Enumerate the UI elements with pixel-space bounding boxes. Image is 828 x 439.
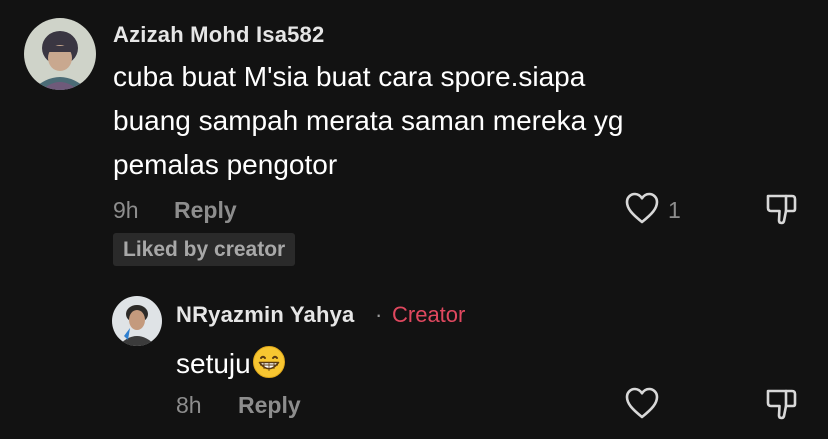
reply-text: setuju bbox=[176, 342, 286, 386]
liked-by-creator-badge: Liked by creator bbox=[113, 233, 296, 266]
comments-panel: Azizah Mohd Isa582 cuba buat M'sia buat … bbox=[0, 0, 828, 439]
comment-text: cuba buat M'sia buat cara spore.siapa bu… bbox=[113, 55, 713, 187]
reply-username[interactable]: NRyazmin Yahya bbox=[176, 302, 354, 328]
reply-button[interactable]: Reply bbox=[238, 392, 301, 419]
avatar-photo-icon bbox=[24, 18, 96, 90]
comment-text-line: buang sampah merata saman mereka yg bbox=[113, 105, 624, 136]
creator-label: Creator bbox=[392, 302, 466, 327]
comment-text-line: cuba buat M'sia buat cara spore.siapa bbox=[113, 61, 586, 92]
heart-icon[interactable] bbox=[624, 386, 660, 420]
reply-button[interactable]: Reply bbox=[174, 197, 237, 224]
reply-avatar[interactable] bbox=[112, 296, 162, 346]
heart-icon[interactable] bbox=[624, 191, 660, 225]
comment-timestamp: 9h bbox=[113, 197, 139, 223]
avatar-photo-icon bbox=[112, 296, 162, 346]
comment-text-line: pemalas pengotor bbox=[113, 149, 338, 180]
grinning-face-emoji-icon bbox=[252, 345, 286, 379]
user-avatar[interactable] bbox=[24, 18, 96, 90]
comment-username[interactable]: Azizah Mohd Isa582 bbox=[113, 22, 324, 48]
thumbs-down-icon[interactable] bbox=[764, 386, 800, 422]
separator-dot: · bbox=[375, 302, 383, 327]
reply-timestamp: 8h bbox=[176, 392, 202, 418]
like-count: 1 bbox=[668, 197, 681, 223]
reply-text-content: setuju bbox=[176, 348, 251, 379]
thumbs-down-icon[interactable] bbox=[764, 191, 800, 227]
